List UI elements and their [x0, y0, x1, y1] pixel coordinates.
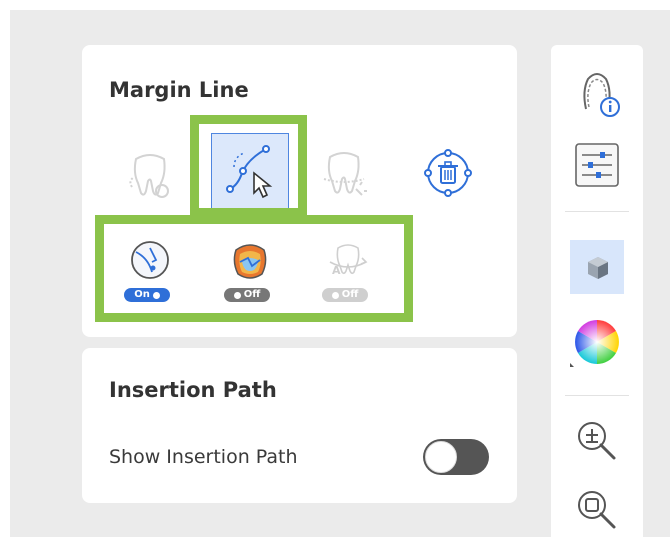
toggle-dot-icon [233, 291, 241, 299]
tooth-color-map-icon [233, 244, 267, 279]
insertion-path-title: Insertion Path [109, 378, 277, 402]
tooth-rotate-icon: A [329, 244, 368, 277]
curve-select-icon [226, 145, 273, 199]
view-cube-button[interactable] [570, 240, 624, 294]
trash-icon [424, 149, 472, 197]
margin-detect-icon [131, 241, 169, 279]
zoom-fit-button[interactable] [570, 483, 624, 537]
right-toolbar [551, 45, 643, 537]
tooth-draw-tool[interactable] [118, 141, 182, 205]
dental-arch-info-icon [583, 73, 620, 117]
zoom-fit-icon [578, 491, 616, 529]
margin-detect-status: On [124, 288, 170, 302]
insertion-path-panel: Insertion Path Show Insertion Path [82, 348, 517, 503]
show-insertion-path-label: Show Insertion Path [109, 446, 298, 468]
margin-line-title: Margin Line [109, 78, 249, 102]
tooth-draw-icon [129, 154, 169, 198]
color-map-status-label: Off [243, 289, 261, 300]
margin-detect-status-label: On [134, 289, 150, 300]
tooth-auto-tool[interactable] [312, 141, 376, 205]
cube-view-icon [588, 257, 608, 279]
margin-line-panel: Margin Line On Off A Off [82, 45, 517, 337]
show-insertion-path-switch[interactable] [423, 439, 489, 475]
toolbar-divider [565, 395, 629, 396]
rotate-tooth-status: Off [322, 288, 368, 302]
color-picker-button[interactable] [570, 315, 624, 369]
margin-detect-toggle[interactable]: On [114, 238, 184, 310]
svg-text:A: A [332, 264, 341, 277]
zoom-in-icon [578, 422, 616, 460]
rotate-tooth-toggle[interactable]: A Off [312, 238, 382, 310]
zoom-in-button[interactable] [570, 414, 624, 468]
toolbar-divider [565, 211, 629, 212]
toggle-dot-icon [331, 291, 339, 299]
color-map-status: Off [224, 288, 270, 302]
color-map-toggle[interactable]: Off [214, 238, 284, 310]
arch-info-button[interactable] [570, 65, 624, 119]
settings-sliders-button[interactable] [570, 138, 624, 192]
color-wheel-icon [570, 320, 619, 367]
rotate-tooth-status-label: Off [341, 289, 359, 300]
sliders-icon [575, 143, 619, 187]
toggle-dot-icon [152, 291, 160, 299]
tooth-auto-icon [323, 152, 367, 196]
delete-margin-tool[interactable] [416, 141, 480, 205]
switch-knob [425, 441, 457, 473]
curve-select-tool[interactable] [211, 133, 289, 209]
